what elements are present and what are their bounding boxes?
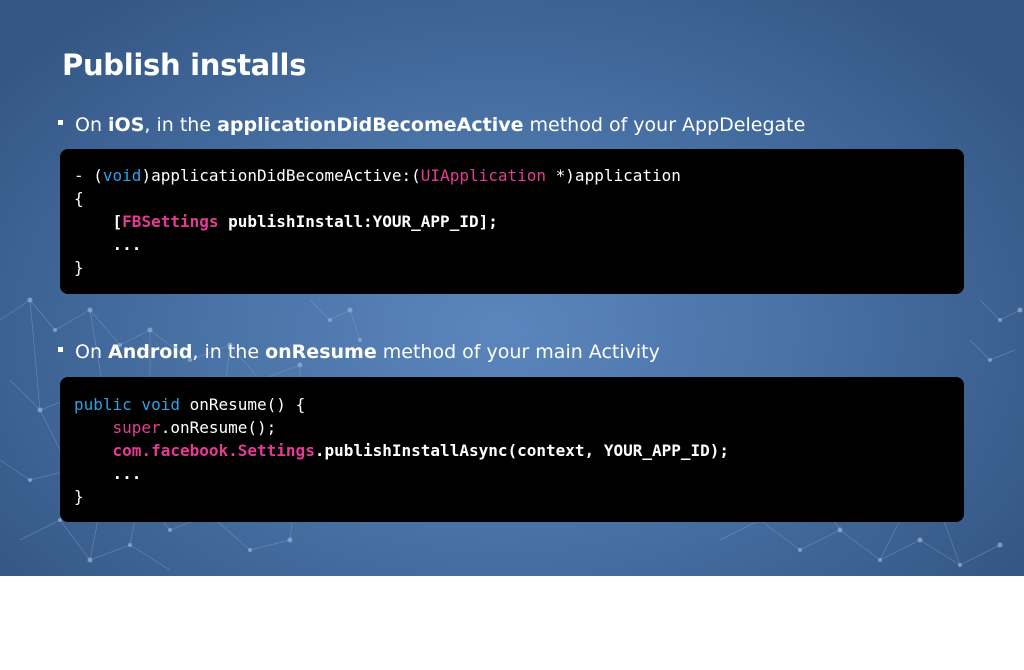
code-line: { xyxy=(74,189,84,208)
code-keyword: super xyxy=(112,418,161,437)
android-bullet-middle: , in the xyxy=(192,341,266,363)
code-line: public void onResume() { xyxy=(74,395,306,414)
ios-method-name: applicationDidBecomeActive xyxy=(217,114,524,136)
android-bullet-prefix: On xyxy=(75,341,109,363)
bullet-marker-icon xyxy=(58,347,63,352)
bullet-marker-icon xyxy=(58,120,63,125)
android-method-name: onResume xyxy=(265,341,377,363)
code-line: ... xyxy=(74,235,142,254)
code-keyword: public void xyxy=(74,395,180,414)
android-code-block: public void onResume() { super.onResume(… xyxy=(60,377,964,522)
ios-bullet-middle: , in the xyxy=(144,114,218,136)
ios-bullet: On iOS, in the applicationDidBecomeActiv… xyxy=(58,114,805,136)
code-line: com.facebook.Settings.publishInstallAsyn… xyxy=(112,441,730,460)
android-bullet-suffix: method of your main Activity xyxy=(376,341,660,363)
ios-platform-name: iOS xyxy=(108,114,145,136)
code-line: - (void)applicationDidBecomeActive:(UIAp… xyxy=(74,166,681,185)
code-line: super.onResume(); xyxy=(112,418,277,437)
ios-bullet-suffix: method of your AppDelegate xyxy=(523,114,806,136)
ios-code-block: - (void)applicationDidBecomeActive:(UIAp… xyxy=(60,149,964,294)
ios-bullet-prefix: On xyxy=(75,114,109,136)
code-keyword: void xyxy=(102,166,142,185)
android-bullet: On Android, in the onResume method of yo… xyxy=(58,341,660,363)
code-type: com.facebook.Settings xyxy=(112,441,315,460)
slide-title: Publish installs xyxy=(62,48,307,82)
code-type: UIApplication xyxy=(420,166,547,185)
code-line: } xyxy=(74,258,84,277)
slide: Publish installs On iOS, in the applicat… xyxy=(0,0,1024,576)
code-line: } xyxy=(74,487,84,506)
code-line: ... xyxy=(74,464,142,483)
code-line: [FBSettings publishInstall:YOUR_APP_ID]; xyxy=(74,212,498,231)
code-type: FBSettings xyxy=(122,212,219,231)
android-platform-name: Android xyxy=(108,341,193,363)
